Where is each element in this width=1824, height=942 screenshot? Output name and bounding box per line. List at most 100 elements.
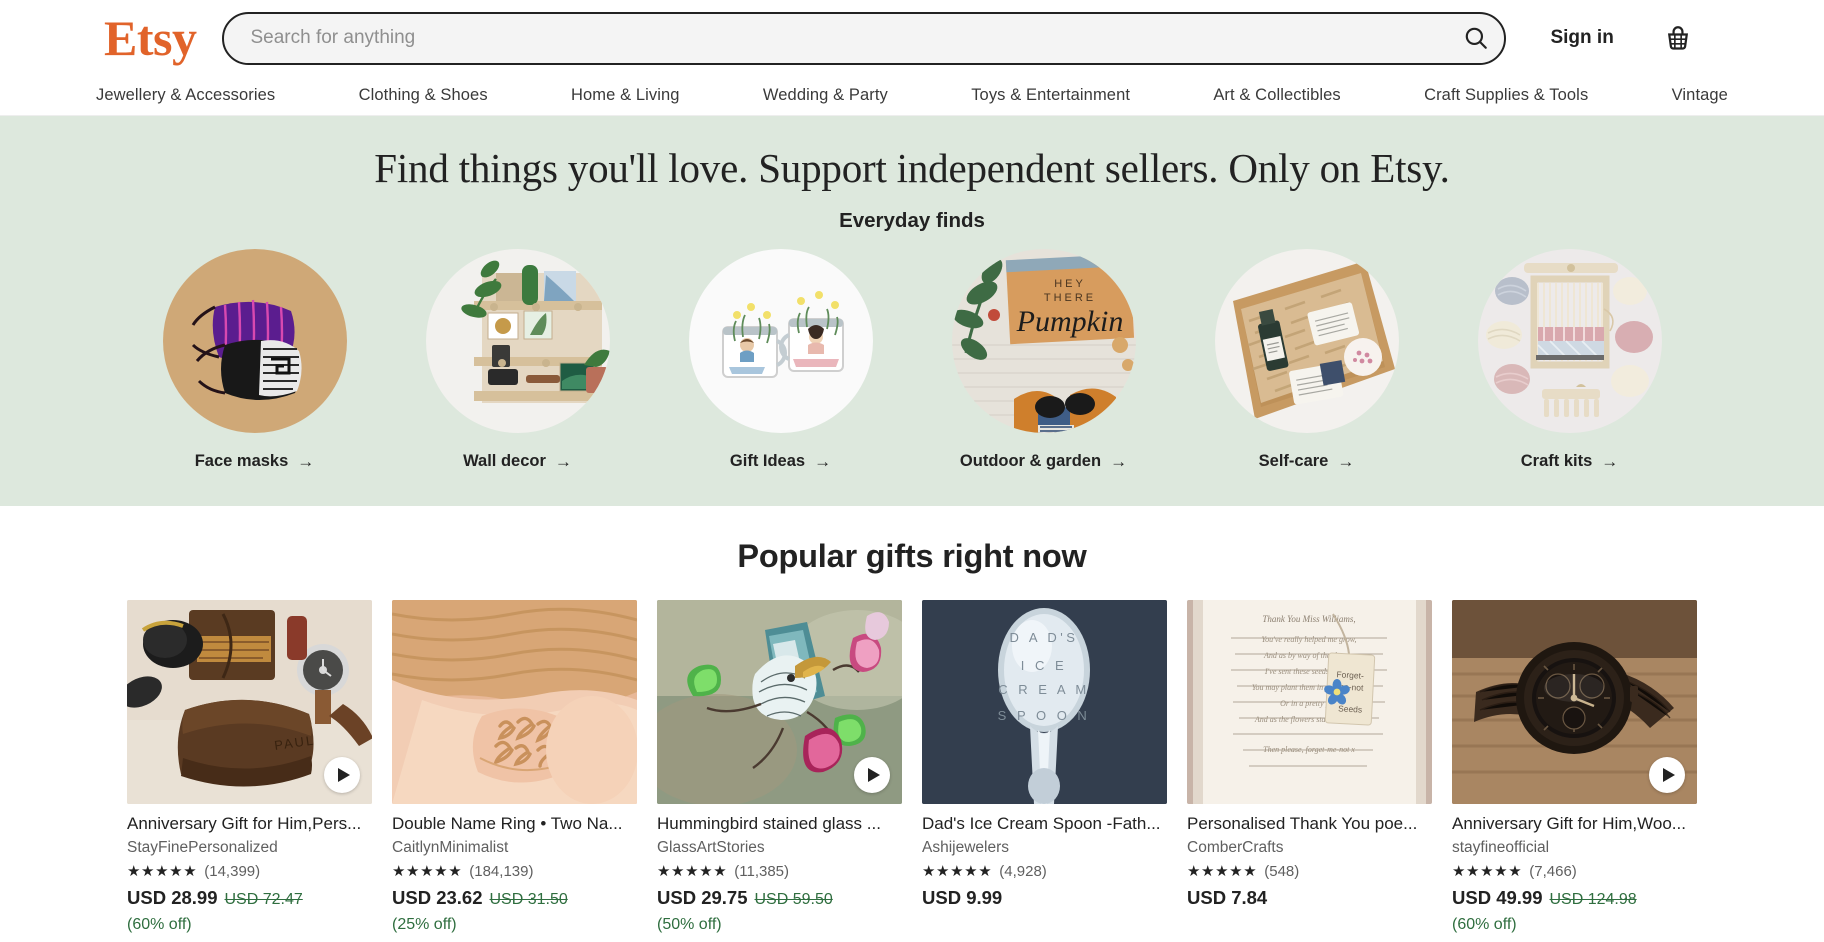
- category-circle-wall-decor[interactable]: Wall decor →: [425, 249, 610, 471]
- category-circle-craft-kits[interactable]: Craft kits →: [1477, 249, 1662, 471]
- product-price-row: USD 23.62 USD 31.50 (25% off): [392, 887, 637, 934]
- svg-text:Then please, forget-me-not x: Then please, forget-me-not x: [1263, 745, 1355, 754]
- svg-text:C R E A M: C R E A M: [998, 682, 1089, 697]
- review-count: (7,466): [1529, 863, 1577, 881]
- svg-text:Thank You Miss Williams,: Thank You Miss Williams,: [1262, 614, 1355, 624]
- product-discount: (60% off): [127, 916, 192, 934]
- gift-ideas-photo: [688, 249, 873, 433]
- category-circle-gift-ideas[interactable]: Gift Ideas →: [688, 249, 873, 471]
- svg-text:You've really helped me grow,: You've really helped me grow,: [1261, 635, 1356, 644]
- product-grid: PAUL Anniversary Gift for Him,Pers... St…: [0, 600, 1824, 934]
- product-shop-name: ComberCrafts: [1187, 839, 1284, 857]
- star-rating-icon: ★★★★★: [127, 863, 198, 881]
- product-price: USD 28.99: [127, 887, 218, 909]
- category-circle-self-care[interactable]: Self-care →: [1214, 249, 1399, 471]
- arrow-right-icon: →: [814, 452, 832, 471]
- product-price: USD 7.84: [1187, 887, 1268, 909]
- product-original-price: USD 124.98: [1549, 891, 1637, 909]
- search-icon: [1466, 27, 1488, 49]
- product-rating: ★★★★★ (4,928): [922, 863, 1167, 880]
- product-price-row: USD 49.99 USD 124.98 (60% off): [1452, 887, 1697, 934]
- product-title: Dad's Ice Cream Spoon -Fath...: [922, 814, 1161, 833]
- product-price: USD 9.99: [922, 887, 1003, 909]
- wall-decor-photo: [425, 249, 610, 433]
- category-circle-row: Face masks → Wall decor → Gift Ideas → H…: [0, 249, 1824, 471]
- etsy-logo[interactable]: Etsy: [104, 13, 197, 63]
- product-card[interactable]: D A D'S I C E C R E A M S P O O N Dad's …: [922, 600, 1167, 934]
- review-count: (11,385): [734, 863, 790, 881]
- product-shop-name: Ashijewelers: [922, 839, 1010, 857]
- product-card[interactable]: PAUL Anniversary Gift for Him,Pers... St…: [127, 600, 372, 934]
- name-ring-photo[interactable]: [392, 600, 637, 804]
- search-bar[interactable]: [222, 11, 1507, 65]
- nav-item-clothing[interactable]: Clothing & Shoes: [359, 86, 488, 105]
- play-video-button[interactable]: [854, 757, 890, 793]
- play-video-button[interactable]: [324, 757, 360, 793]
- svg-text:Pumpkin: Pumpkin: [1015, 305, 1123, 338]
- product-price: USD 23.62: [392, 887, 483, 909]
- arrow-right-icon: →: [297, 452, 315, 471]
- product-rating: ★★★★★ (548): [1187, 863, 1432, 880]
- product-shop-name: StayFinePersonalized: [127, 839, 278, 857]
- svg-text:D A D'S: D A D'S: [1010, 630, 1079, 645]
- category-circle-label: Self-care →: [1258, 452, 1355, 471]
- category-circle-face-masks[interactable]: Face masks →: [162, 249, 347, 471]
- nav-item-jewellery[interactable]: Jewellery & Accessories: [96, 86, 275, 105]
- category-circle-label: Face masks →: [194, 452, 315, 471]
- outdoor-garden-photo: HEY THERE Pumpkin: [951, 249, 1136, 433]
- product-price-row: USD 7.84: [1187, 887, 1432, 909]
- star-rating-icon: ★★★★★: [922, 863, 993, 881]
- product-shop-name: stayfineofficial: [1452, 839, 1550, 857]
- product-card[interactable]: Hummingbird stained glass ... GlassArtSt…: [657, 600, 902, 934]
- leather-wallet-photo[interactable]: PAUL: [127, 600, 372, 804]
- svg-text:THERE: THERE: [1043, 292, 1095, 304]
- nav-item-home-living[interactable]: Home & Living: [571, 86, 680, 105]
- site-header: Etsy Sign in: [0, 0, 1824, 76]
- sign-in-link[interactable]: Sign in: [1550, 27, 1613, 49]
- search-input[interactable]: [250, 13, 1457, 63]
- svg-text:I C E: I C E: [1021, 658, 1067, 673]
- product-card[interactable]: Thank You Miss Williams, You've really h…: [1187, 600, 1432, 934]
- star-rating-icon: ★★★★★: [657, 863, 728, 881]
- play-video-button[interactable]: [1649, 757, 1685, 793]
- nav-item-vintage[interactable]: Vintage: [1672, 86, 1728, 105]
- product-rating: ★★★★★ (184,139): [392, 863, 637, 880]
- nav-item-art-collectibles[interactable]: Art & Collectibles: [1213, 86, 1340, 105]
- stamped-spoon-photo[interactable]: D A D'S I C E C R E A M S P O O N: [922, 600, 1167, 804]
- arrow-right-icon: →: [1601, 452, 1619, 471]
- product-card[interactable]: Anniversary Gift for Him,Woo... stayfine…: [1452, 600, 1697, 934]
- nav-item-craft-supplies[interactable]: Craft Supplies & Tools: [1424, 86, 1588, 105]
- product-title: Anniversary Gift for Him,Pers...: [127, 814, 362, 833]
- category-circle-label: Wall decor →: [463, 452, 572, 471]
- basket-icon: [1667, 26, 1688, 50]
- svg-text:HEY: HEY: [1054, 278, 1086, 290]
- product-discount: (50% off): [657, 916, 722, 934]
- category-circle-label: Outdoor & garden →: [959, 452, 1128, 471]
- review-count: (184,139): [469, 863, 534, 881]
- category-circle-outdoor-garden[interactable]: HEY THERE Pumpkin Outdoor & garden →: [951, 249, 1136, 471]
- product-card[interactable]: Double Name Ring • Two Na... CaitlynMini…: [392, 600, 637, 934]
- nav-item-toys-entertainment[interactable]: Toys & Entertainment: [971, 86, 1130, 105]
- cart-button[interactable]: [1658, 18, 1698, 58]
- product-title: Hummingbird stained glass ...: [657, 814, 881, 833]
- svg-text:Seeds: Seeds: [1338, 703, 1363, 714]
- arrow-right-icon: →: [554, 452, 572, 471]
- nav-item-wedding-party[interactable]: Wedding & Party: [763, 86, 888, 105]
- product-price: USD 49.99: [1452, 887, 1543, 909]
- review-count: (548): [1264, 863, 1300, 881]
- svg-text:S P O O N: S P O O N: [998, 708, 1091, 723]
- thank-you-card-photo[interactable]: Thank You Miss Williams, You've really h…: [1187, 600, 1432, 804]
- product-original-price: USD 59.50: [754, 891, 833, 909]
- category-circle-label: Gift Ideas →: [729, 452, 832, 471]
- product-rating: ★★★★★ (11,385): [657, 863, 902, 880]
- search-button[interactable]: [1456, 18, 1496, 58]
- wooden-watch-photo[interactable]: [1452, 600, 1697, 804]
- product-price-row: USD 29.75 USD 59.50 (50% off): [657, 887, 902, 934]
- product-rating: ★★★★★ (7,466): [1452, 863, 1697, 880]
- hero-title: Find things you'll love. Support indepen…: [374, 145, 1450, 191]
- product-shop-name: GlassArtStories: [657, 839, 765, 857]
- stained-glass-hummingbird-photo[interactable]: [657, 600, 902, 804]
- category-circle-label: Craft kits →: [1520, 452, 1619, 471]
- arrow-right-icon: →: [1337, 452, 1355, 471]
- hero-subtitle: Everyday finds: [839, 209, 985, 232]
